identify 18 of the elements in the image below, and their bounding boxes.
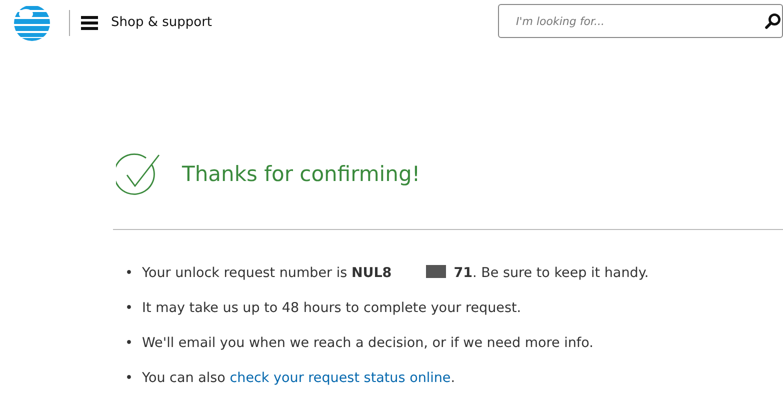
menu-icon[interactable] — [81, 16, 98, 30]
bullet-marker: • — [125, 369, 134, 387]
status-link[interactable]: check your request status online — [230, 370, 451, 386]
bullet-marker: • — [125, 334, 134, 352]
bullet-text: It may take us up to 48 hours to complete your request. — [142, 300, 522, 316]
checkmark-circle-icon — [116, 152, 162, 196]
redaction-mark — [426, 265, 446, 278]
globe-logo-icon[interactable] — [14, 4, 50, 40]
search-icon[interactable] — [765, 13, 781, 29]
bullet-text: We'll email you when we reach a decision, or if we need more info. — [142, 335, 594, 351]
bullet-text: 71. Be sure to keep it handy. — [454, 265, 649, 281]
confirmation-title: Thanks for confirming! — [182, 162, 420, 188]
bullet-marker: • — [125, 299, 134, 317]
bullet-text: Your unlock request number is NUL8 — [142, 265, 392, 281]
bullet-text: You can also check your request status online. — [142, 370, 456, 386]
search-field[interactable]: I'm looking for... — [498, 4, 783, 38]
bullet-marker: • — [125, 264, 134, 282]
menu-label[interactable]: Shop & support — [111, 12, 212, 32]
